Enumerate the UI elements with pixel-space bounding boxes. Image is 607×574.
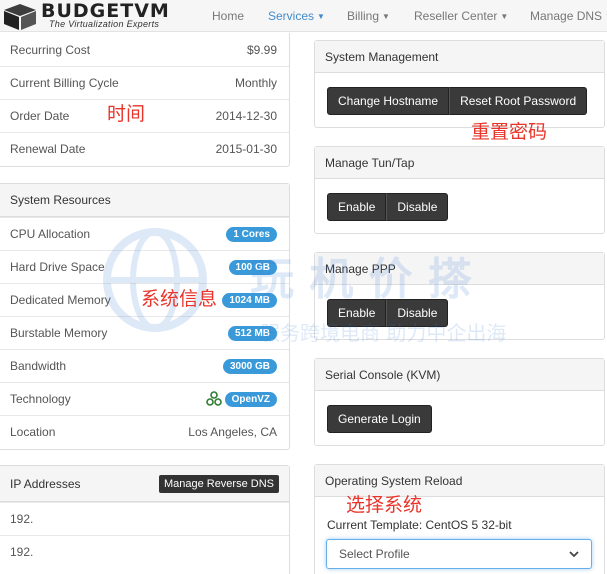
ppp-disable-button[interactable]: Disable [386, 299, 449, 327]
ppp-enable-button[interactable]: Enable [327, 299, 387, 327]
openvz-logo-icon [205, 391, 222, 406]
row-label: Location [10, 425, 56, 439]
memory-badge: 1024 MB [222, 292, 277, 308]
ip-row: 192. [0, 535, 289, 568]
nav-billing[interactable]: Billing ▼ [347, 9, 390, 23]
cpu-badge: 1 Cores [226, 226, 277, 242]
caret-down-icon: ▼ [500, 12, 509, 21]
billing-row: Recurring Cost $9.99 [0, 33, 289, 66]
tun-tap-enable-button[interactable]: Enable [327, 193, 387, 221]
select-value: Select Profile [339, 547, 410, 561]
nav-home[interactable]: Home [212, 9, 244, 23]
billing-row: Current Billing Cycle Monthly [0, 66, 289, 99]
brand-tagline: The Virtualization Experts [49, 19, 160, 29]
panel-heading: Operating System Reload [315, 465, 604, 497]
row-value: 2014-12-30 [215, 109, 277, 123]
panel-title: IP Addresses [10, 476, 81, 491]
system-resources-panel: System Resources CPU Allocation 1 Cores H… [0, 183, 290, 450]
top-navbar: BUDGETVM The Virtualization Experts Home… [0, 0, 607, 32]
resource-row: Burstable Memory 512 MB [0, 316, 289, 349]
generate-login-button[interactable]: Generate Login [327, 405, 432, 433]
nav-manage-dns[interactable]: Manage DNS▼ [530, 9, 607, 23]
caret-down-icon: ▼ [317, 12, 325, 21]
panel-heading: IP Addresses Manage Reverse DNS [0, 466, 289, 502]
serial-console-panel: Serial Console (KVM) Generate Login [314, 358, 605, 446]
resource-row: Technology OpenVZ [0, 382, 289, 415]
ppp-panel: Manage PPP Enable Disable [314, 252, 605, 340]
annotation-choose-system: 选择系统 [346, 494, 423, 516]
logo-cube-icon [4, 4, 36, 30]
annotation-reset-password: 重置密码 [471, 121, 548, 143]
row-label: Renewal Date [10, 142, 86, 156]
ip-addresses-panel: IP Addresses Manage Reverse DNS 192. 192… [0, 465, 290, 574]
row-label: Dedicated Memory [10, 293, 111, 307]
nav-reseller-label: Reseller Center [414, 9, 498, 23]
panel-heading: System Resources [0, 184, 289, 217]
system-management-buttons: Change Hostname Reset Root Password [327, 87, 588, 115]
row-label: Current Billing Cycle [10, 76, 119, 90]
ip-row: 192. [0, 502, 289, 535]
row-value: Los Angeles, CA [188, 425, 277, 439]
panel-heading: Serial Console (KVM) [315, 359, 604, 391]
technology-value: OpenVZ [205, 391, 277, 407]
burst-memory-badge: 512 MB [227, 325, 277, 341]
current-template-text: Current Template: CentOS 5 32-bit [327, 518, 512, 532]
resource-row: CPU Allocation 1 Cores [0, 217, 289, 250]
row-value: $9.99 [246, 42, 277, 57]
row-value: Monthly [234, 76, 277, 90]
row-label: Bandwidth [10, 359, 67, 373]
annotation-system-info: 系统信息 [141, 288, 218, 310]
nav-billing-label: Billing [347, 9, 380, 23]
change-hostname-button[interactable]: Change Hostname [327, 87, 450, 115]
brand-logo[interactable]: BUDGETVM The Virtualization Experts [3, 0, 201, 31]
ip-address: 192. [10, 545, 34, 559]
ip-address: 192. [10, 512, 34, 526]
nav-services-label: Services [268, 9, 315, 23]
row-label: Order Date [10, 109, 70, 123]
tun-tap-panel: Manage Tun/Tap Enable Disable [314, 146, 605, 234]
manage-reverse-dns-button[interactable]: Manage Reverse DNS [158, 474, 279, 493]
ppp-buttons: Enable Disable [327, 299, 449, 327]
tun-tap-buttons: Enable Disable [327, 193, 449, 221]
panel-heading: System Management [315, 41, 604, 73]
row-label: Recurring Cost [10, 42, 91, 57]
select-profile-dropdown[interactable]: Select Profile [326, 539, 592, 569]
panel-heading: Manage Tun/Tap [315, 147, 604, 179]
row-label: Burstable Memory [10, 326, 108, 340]
system-management-panel: System Management Change Hostname Reset … [314, 40, 605, 128]
row-label: Technology [10, 392, 71, 406]
resource-row: Location Los Angeles, CA [0, 415, 289, 448]
panel-heading: Manage PPP [315, 253, 604, 285]
row-label: Hard Drive Space [10, 260, 105, 274]
bandwidth-badge: 3000 GB [222, 358, 277, 374]
nav-dns-label: Manage DNS [530, 9, 603, 23]
resource-row: Bandwidth 3000 GB [0, 349, 289, 382]
nav-reseller-center[interactable]: Reseller Center ▼ [414, 9, 508, 23]
chevron-down-icon [569, 551, 579, 558]
disk-badge: 100 GB [228, 259, 277, 275]
row-value: 2015-01-30 [215, 142, 277, 156]
reset-root-password-button[interactable]: Reset Root Password [449, 87, 588, 115]
caret-down-icon: ▼ [382, 12, 390, 21]
billing-row: Renewal Date 2015-01-30 [0, 132, 289, 165]
annotation-time: 时间 [107, 103, 146, 125]
tun-tap-disable-button[interactable]: Disable [386, 193, 449, 221]
billing-info-panel: Recurring Cost $9.99 Current Billing Cycl… [0, 33, 290, 167]
row-label: CPU Allocation [10, 227, 91, 241]
resource-row: Hard Drive Space 100 GB [0, 250, 289, 283]
technology-badge: OpenVZ [224, 391, 277, 407]
nav-services[interactable]: Services ▼ [268, 9, 325, 23]
